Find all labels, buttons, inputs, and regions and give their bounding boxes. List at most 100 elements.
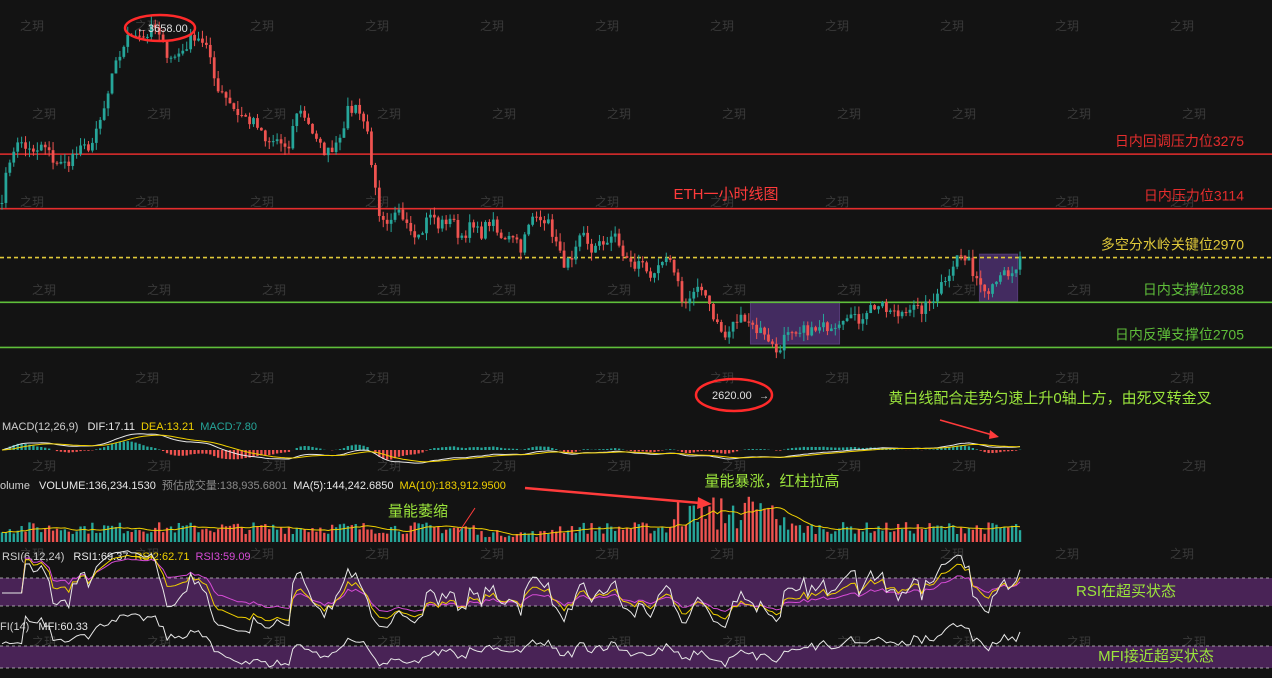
candle-body (350, 105, 354, 113)
watermark-text: 之玥 (1055, 547, 1079, 561)
candle-body (279, 139, 283, 144)
candle-body (570, 258, 574, 260)
watermark-text: 之玥 (135, 371, 159, 385)
candle-body (295, 113, 299, 127)
watermark-text: 之玥 (837, 283, 861, 297)
candle-body (967, 257, 971, 261)
candle-body (896, 310, 900, 317)
candle-body (649, 271, 652, 278)
candle-body (869, 305, 873, 314)
candle-body (877, 306, 880, 310)
candle-body (735, 321, 739, 323)
candle-body (491, 219, 495, 226)
candle-body (16, 142, 20, 152)
candle-body (527, 224, 531, 235)
mfi-annotation: MFI接近超买状态 (1098, 648, 1214, 665)
candle-body (590, 243, 593, 253)
candle-body (833, 327, 837, 329)
watermark-text: 之玥 (952, 283, 976, 297)
watermark-text: 之玥 (147, 459, 171, 473)
candle-body (291, 126, 295, 149)
candle-body (881, 301, 884, 307)
candle-body (267, 141, 271, 143)
watermark-text: 之玥 (480, 195, 504, 209)
candle-body (401, 209, 405, 220)
watermark-text: 之玥 (1055, 195, 1079, 209)
candle-body (940, 282, 943, 294)
candle-body (932, 301, 935, 303)
candle-body (39, 144, 43, 151)
candle-body (621, 245, 625, 257)
candle-body (861, 319, 865, 324)
candle-body (751, 322, 755, 325)
watermark-text: 之玥 (262, 107, 286, 121)
candle-body (991, 284, 994, 294)
candle-body (381, 215, 385, 220)
candle-body (790, 332, 794, 334)
candle-body (507, 235, 511, 240)
candle-body (818, 327, 821, 331)
candle-body (51, 150, 55, 163)
candle-body (252, 118, 255, 125)
candle-body (763, 327, 766, 335)
candle-body (999, 275, 1002, 282)
candle-body (248, 116, 251, 125)
candle-body (1010, 273, 1014, 277)
watermark-text: 之玥 (365, 371, 389, 385)
volume-surge-annotation: 量能暴涨，红柱拉高 (704, 473, 839, 490)
candle-body (786, 332, 790, 335)
candle-body (995, 281, 998, 285)
candle-body (338, 137, 342, 143)
candle-body (511, 235, 515, 238)
candle-body (260, 127, 263, 131)
candle-body (715, 319, 719, 323)
macd-legend: MACD(12,26,9) DIF:17.11 DEA:13.21 MACD:7.8… (2, 421, 257, 433)
candle-body (55, 162, 59, 164)
watermark-text: 之玥 (365, 547, 389, 561)
watermark-text: 之玥 (480, 19, 504, 33)
candle-body (110, 73, 114, 94)
candle-body (0, 202, 4, 204)
indicator-value: MA(10):183,912.9500 (400, 480, 506, 492)
watermark-text: 之玥 (595, 547, 619, 561)
candle-body (672, 259, 676, 273)
volume-legend: olume VOLUME:136,234.1530 预估成交量:138,935.6… (0, 478, 506, 492)
candle-body (456, 219, 460, 238)
candle-body (67, 161, 71, 167)
candle-body (425, 217, 428, 234)
candle-body (24, 142, 27, 149)
candle-body (904, 312, 908, 314)
candle-body (35, 150, 39, 152)
watermark-text: 之玥 (262, 283, 286, 297)
candle-body (389, 219, 393, 224)
candle-body (208, 44, 212, 58)
candle-body (43, 144, 47, 148)
watermark-text: 之玥 (607, 459, 631, 473)
candle-body (193, 34, 196, 41)
candle-body (315, 133, 318, 139)
candle-body (385, 219, 389, 224)
candle-body (220, 91, 224, 93)
candle-body (413, 231, 417, 238)
candle-body (747, 321, 751, 323)
watermark-text: 之玥 (365, 195, 389, 209)
candle-body (90, 142, 94, 151)
candle-body (971, 257, 975, 277)
candle-body (641, 261, 645, 263)
candle-body (987, 291, 990, 294)
candle-body (743, 314, 747, 322)
candle-body (484, 222, 487, 239)
candle-body (806, 325, 810, 336)
watermark-text: 之玥 (1067, 459, 1091, 473)
candle-body (633, 261, 637, 269)
watermark-text: 之玥 (365, 19, 389, 33)
high-price-label: 3658.00 (148, 23, 188, 35)
candle-body (613, 233, 617, 237)
candle-body (782, 334, 786, 351)
candle-body (546, 219, 550, 224)
candle-body (1006, 270, 1010, 277)
watermark-text: 之玥 (262, 459, 286, 473)
candle-body (888, 310, 892, 312)
watermark-text: 之玥 (595, 19, 619, 33)
watermark-text: 之玥 (377, 107, 401, 121)
